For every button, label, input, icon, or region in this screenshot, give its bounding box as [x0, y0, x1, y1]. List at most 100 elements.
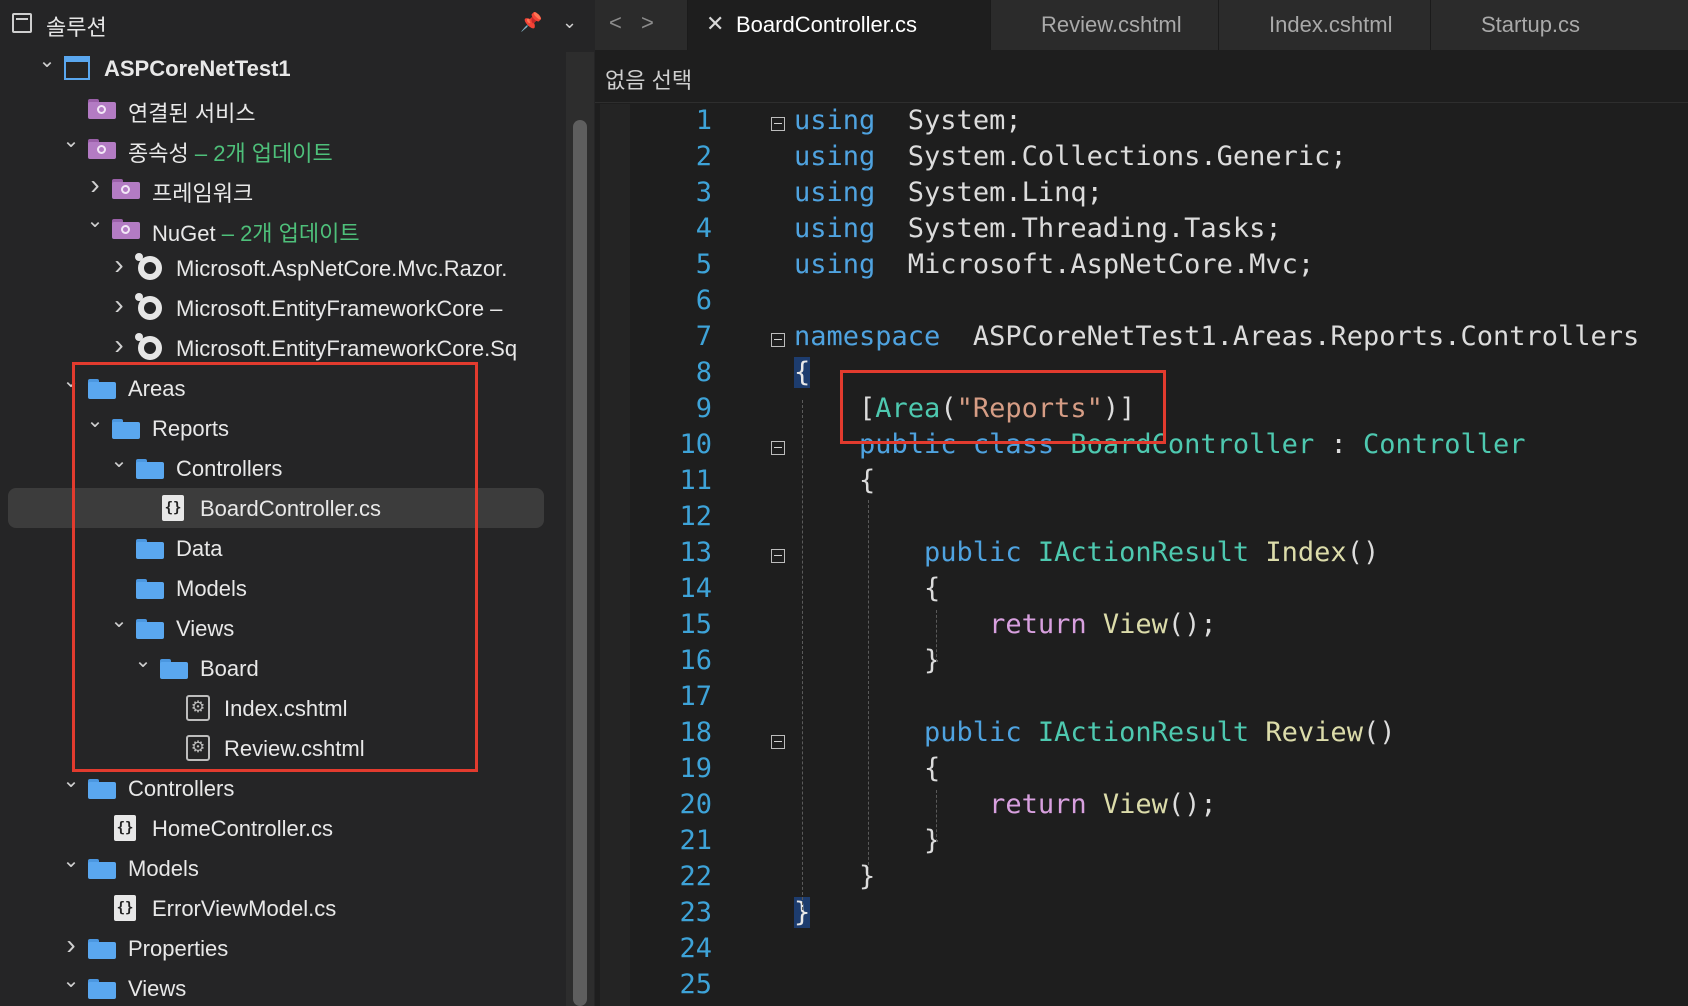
- chevron-down-icon[interactable]: ⌄: [133, 648, 153, 674]
- code-token: ();: [1167, 609, 1217, 640]
- tree-item-properties[interactable]: › Properties: [0, 928, 560, 968]
- tree-item-review-cshtml[interactable]: ⚙ Review.cshtml: [0, 728, 560, 768]
- update-count-note: – 2개 업데이트: [194, 141, 333, 166]
- pin-icon[interactable]: 📌: [520, 12, 542, 33]
- tree-item-views[interactable]: ⌄ Views: [0, 968, 560, 1006]
- tab-index-cshtml[interactable]: Index.cshtml: [1218, 0, 1431, 50]
- chevron-right-icon[interactable]: ›: [85, 171, 105, 199]
- code-line-7[interactable]: namespace ASPCoreNetTest1.Areas.Reports.…: [794, 321, 1639, 357]
- scrollbar-thumb[interactable]: [573, 120, 587, 1006]
- line-number: 3: [695, 177, 712, 208]
- fold-toggle-line-13[interactable]: [771, 549, 785, 563]
- code-line-2[interactable]: using System.Collections.Generic;: [794, 141, 1347, 177]
- tree-item-homecontroller-cs[interactable]: {} HomeController.cs: [0, 808, 560, 848]
- tree-item-nuget[interactable]: ⌄ NuGet – 2개 업데이트: [0, 208, 560, 248]
- tree-item-연결된-서비스[interactable]: 연결된 서비스: [0, 88, 560, 128]
- fold-toggle-line-7[interactable]: [771, 333, 785, 347]
- chevron-down-icon[interactable]: ⌄: [562, 12, 577, 33]
- tree-item-label: Review.cshtml: [224, 736, 365, 762]
- tree-item-aspcorenettest1[interactable]: ⌄ ASPCoreNetTest1: [0, 48, 560, 88]
- chevron-down-icon[interactable]: ⌄: [61, 368, 81, 394]
- chevron-right-icon[interactable]: ›: [109, 251, 129, 279]
- chevron-right-icon[interactable]: ›: [109, 291, 129, 319]
- code-line-11[interactable]: {: [794, 465, 875, 501]
- line-number: 19: [679, 753, 712, 784]
- chevron-down-icon[interactable]: ⌄: [61, 848, 81, 874]
- chevron-down-icon[interactable]: ⌄: [109, 448, 129, 474]
- code-token: IActionResult: [1021, 537, 1250, 568]
- tree-item-label: ErrorViewModel.cs: [152, 896, 336, 922]
- chevron-down-icon[interactable]: ⌄: [61, 768, 81, 794]
- code-token: ASPCoreNetTest1.Areas.Reports.Controller…: [940, 321, 1640, 352]
- line-number: 15: [679, 609, 712, 640]
- fold-toggle-line-10[interactable]: [771, 441, 785, 455]
- code-line-13[interactable]: public IActionResult Index(): [794, 537, 1379, 573]
- tree-item-프레임워크[interactable]: › 프레임워크: [0, 168, 560, 208]
- tree-item-index-cshtml[interactable]: ⚙ Index.cshtml: [0, 688, 560, 728]
- code-line-8[interactable]: {: [794, 357, 811, 393]
- tree-item-models[interactable]: ⌄ Models: [0, 848, 560, 888]
- folder-icon: [88, 979, 116, 999]
- code-line-4[interactable]: using System.Threading.Tasks;: [794, 213, 1282, 249]
- tree-item-label: Microsoft.EntityFrameworkCore –: [176, 296, 502, 322]
- tree-item-areas[interactable]: ⌄ Areas: [0, 368, 560, 408]
- code-line-10[interactable]: public class BoardController : Controlle…: [794, 429, 1526, 465]
- tab-boardcontroller-cs[interactable]: ✕ BoardController.cs: [687, 0, 991, 50]
- code-line-18[interactable]: public IActionResult Review(): [794, 717, 1395, 753]
- chevron-down-icon[interactable]: ⌄: [61, 128, 81, 154]
- code-token: "Reports": [956, 393, 1103, 424]
- code-token: (): [1362, 717, 1396, 748]
- code-line-3[interactable]: using System.Linq;: [794, 177, 1103, 213]
- close-tab-icon[interactable]: ✕: [706, 11, 724, 37]
- tree-item-views[interactable]: ⌄ Views: [0, 608, 560, 648]
- tree-item-data[interactable]: Data: [0, 528, 560, 568]
- tree-item-board[interactable]: ⌄ Board: [0, 648, 560, 688]
- tree-item-text: HomeController.cs: [152, 816, 333, 841]
- tree-item-label: Properties: [128, 936, 228, 962]
- csharp-file-icon: {}: [114, 815, 136, 841]
- code-line-1[interactable]: using System;: [794, 105, 1022, 141]
- chevron-down-icon[interactable]: ⌄: [85, 408, 105, 434]
- chevron-right-icon[interactable]: ›: [109, 331, 129, 359]
- tree-item-label: Reports: [152, 416, 229, 442]
- chevron-down-icon[interactable]: ⌄: [109, 608, 129, 634]
- tab-startup-cs[interactable]: Startup.cs: [1430, 0, 1639, 50]
- tab-review-cshtml[interactable]: Review.cshtml: [990, 0, 1219, 50]
- breadcrumb[interactable]: 없음 선택: [595, 50, 1688, 103]
- code-line-20[interactable]: return View();: [794, 789, 1217, 825]
- sidebar-scrollbar[interactable]: [566, 52, 594, 1006]
- tree-item-text: BoardController.cs: [200, 496, 381, 521]
- chevron-down-icon[interactable]: ⌄: [37, 48, 57, 74]
- tree-item-reports[interactable]: ⌄ Reports: [0, 408, 560, 448]
- tree-item-controllers[interactable]: ⌄ Controllers: [0, 448, 560, 488]
- code-line-5[interactable]: using Microsoft.AspNetCore.Mvc;: [794, 249, 1314, 285]
- tree-item-boardcontroller-cs[interactable]: {} BoardController.cs: [0, 488, 560, 528]
- chevron-down-icon[interactable]: ⌄: [61, 968, 81, 994]
- code-line-15[interactable]: return View();: [794, 609, 1217, 645]
- fold-toggle-line-18[interactable]: [771, 735, 785, 749]
- line-number: 8: [695, 357, 712, 388]
- code-line-9[interactable]: [Area("Reports")]: [794, 393, 1135, 429]
- folder-icon: [88, 859, 116, 879]
- tree-item-controllers[interactable]: ⌄ Controllers: [0, 768, 560, 808]
- tree-item-microsoft-aspnetcore-mvc-razor[interactable]: › Microsoft.AspNetCore.Mvc.Razor.: [0, 248, 560, 288]
- code-token: BoardController: [1054, 429, 1315, 460]
- line-number: 2: [695, 141, 712, 172]
- tree-item-errorviewmodel-cs[interactable]: {} ErrorViewModel.cs: [0, 888, 560, 928]
- folder-icon: [136, 539, 164, 559]
- tree-item-microsoft-entityframeworkcore[interactable]: › Microsoft.EntityFrameworkCore –: [0, 288, 560, 328]
- indent-guide: [868, 500, 869, 875]
- back-arrow-icon[interactable]: <: [609, 10, 622, 36]
- tree-item-종속성[interactable]: ⌄ 종속성 – 2개 업데이트: [0, 128, 560, 168]
- tree-item-text: Board: [200, 656, 259, 681]
- folder-icon: [88, 939, 116, 959]
- chevron-down-icon[interactable]: ⌄: [85, 208, 105, 234]
- tree-item-models[interactable]: Models: [0, 568, 560, 608]
- line-number: 5: [695, 249, 712, 280]
- tree-item-label: Models: [128, 856, 199, 882]
- forward-arrow-icon[interactable]: >: [641, 10, 654, 36]
- fold-toggle-line-1[interactable]: [771, 117, 785, 131]
- code-line-22[interactable]: }: [794, 861, 875, 897]
- chevron-right-icon[interactable]: ›: [61, 931, 81, 959]
- tree-item-microsoft-entityframeworkcore-sq[interactable]: › Microsoft.EntityFrameworkCore.Sq: [0, 328, 560, 368]
